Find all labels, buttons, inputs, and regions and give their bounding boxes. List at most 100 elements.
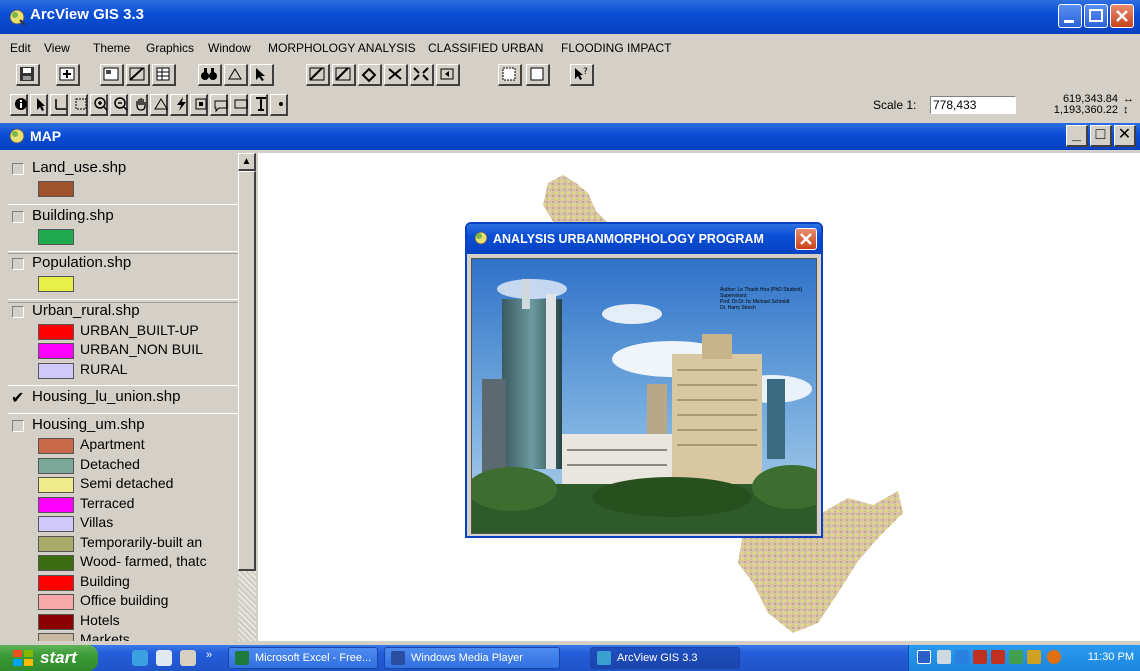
- area-select-tool[interactable]: [70, 94, 88, 116]
- network-tray-icon[interactable]: [937, 650, 951, 664]
- query-builder-button[interactable]: [250, 64, 274, 86]
- label-tool[interactable]: [190, 94, 208, 116]
- maximize-button[interactable]: [1084, 4, 1108, 28]
- scroll-thumb[interactable]: [238, 171, 256, 571]
- map-window-title-bar[interactable]: MAP _ □ ✕: [0, 123, 1140, 150]
- dialog-close-button[interactable]: [795, 228, 817, 250]
- legend-separator: [8, 251, 238, 252]
- theme-properties-button[interactable]: [100, 64, 124, 86]
- zoom-previous-button[interactable]: [436, 64, 460, 86]
- zoom-selected-button[interactable]: [358, 64, 382, 86]
- legend-swatch: [38, 594, 74, 610]
- toc-scrollbar[interactable]: ▲: [238, 153, 256, 641]
- binoculars-icon: [201, 68, 217, 80]
- legend-layer[interactable]: Housing_um.shp Apartment Detached Semi deta…: [8, 416, 238, 641]
- layer-name: Housing_um.shp: [32, 416, 145, 433]
- legend-layer[interactable]: Population.shp: [8, 253, 238, 303]
- back-arrow-tray-icon[interactable]: [955, 650, 969, 664]
- pan-tool[interactable]: [130, 94, 148, 116]
- area-label-icon: [234, 99, 248, 109]
- zoom-out-tool[interactable]: [110, 94, 128, 116]
- app-tray-icon-2[interactable]: [991, 650, 1005, 664]
- layer-visibility-checkbox[interactable]: [12, 163, 24, 175]
- taskbar: start » Microsoft Excel - Free... Windows…: [0, 645, 1140, 671]
- dialog-title-bar[interactable]: ANALYSIS URBANMORPHOLOGY PROGRAM: [467, 224, 821, 254]
- layer-checkmark-icon[interactable]: ✔: [11, 388, 24, 408]
- menu-graphics[interactable]: Graphics: [146, 41, 194, 55]
- start-button[interactable]: start: [0, 645, 98, 671]
- edit-legend-button[interactable]: [126, 64, 150, 86]
- menu-flooding-impact[interactable]: FLOODING IMPACT: [561, 41, 671, 55]
- legend-layer[interactable]: ✔ Housing_lu_union.shp: [8, 388, 238, 416]
- menu-classified-urban[interactable]: CLASSIFIED URBAN: [428, 41, 543, 55]
- map-minimize-button[interactable]: _: [1066, 125, 1088, 147]
- app-title-bar[interactable]: ArcView GIS 3.3: [0, 0, 1140, 34]
- arcview-globe-icon: [9, 9, 26, 26]
- security-tray-icon[interactable]: [1027, 650, 1041, 664]
- legend-layer[interactable]: Land_use.shp: [8, 159, 238, 207]
- dialog-title: ANALYSIS URBANMORPHOLOGY PROGRAM: [493, 232, 764, 246]
- update-tray-icon[interactable]: [1047, 650, 1061, 664]
- zoom-in-button[interactable]: [384, 64, 408, 86]
- minimize-button[interactable]: [1058, 4, 1082, 28]
- city-skyline-photo: Author: Le Thanh Hoa (PhD Student) Super…: [471, 258, 817, 534]
- vertical-arrow-icon: ↕: [1123, 104, 1129, 116]
- help-tray-icon[interactable]: [917, 650, 931, 664]
- identify-tool[interactable]: [10, 94, 28, 116]
- layer-visibility-checkbox[interactable]: [12, 210, 24, 223]
- taskbar-button[interactable]: ArcView GIS 3.3: [590, 647, 740, 669]
- layer-visibility-checkbox[interactable]: [12, 258, 24, 270]
- program-dialog: ANALYSIS URBANMORPHOLOGY PROGRAM Author:…: [465, 222, 823, 538]
- menu-window[interactable]: Window: [208, 41, 251, 55]
- draw-point-tool[interactable]: [270, 94, 288, 116]
- legend-symbol-label: Detached: [80, 455, 140, 472]
- scale-input[interactable]: 778,433: [930, 96, 1016, 114]
- open-table-button[interactable]: [152, 64, 176, 86]
- browser-icon[interactable]: [156, 650, 172, 666]
- legend-layer[interactable]: Urban_rural.shp URBAN_BUILT-UP URBAN_NON B…: [8, 302, 238, 389]
- zoom-themes-button[interactable]: [332, 64, 356, 86]
- menu-view[interactable]: View: [44, 41, 70, 55]
- menu-theme[interactable]: Theme: [93, 41, 130, 55]
- map-close-button[interactable]: ✕: [1114, 125, 1136, 147]
- scroll-up-button[interactable]: ▲: [238, 153, 256, 171]
- area-label-tool[interactable]: [230, 94, 248, 116]
- layer-visibility-checkbox[interactable]: [12, 305, 24, 318]
- taskbar-button[interactable]: Microsoft Excel - Free...: [228, 647, 378, 669]
- clear-selection-button[interactable]: [526, 64, 550, 86]
- legend-symbol-label: Building: [80, 572, 130, 589]
- coordinate-arrows: ↔ ↕: [1123, 94, 1134, 116]
- legend-separator: [8, 413, 238, 414]
- quick-launch-chevron-icon[interactable]: »: [206, 649, 212, 661]
- zoom-extent-button[interactable]: [306, 64, 330, 86]
- taskbar-button[interactable]: Windows Media Player: [384, 647, 560, 669]
- locate-address-button[interactable]: [224, 64, 248, 86]
- zoom-out-button[interactable]: [410, 64, 434, 86]
- pointer-tool[interactable]: [30, 94, 48, 116]
- dialog-globe-icon: [474, 231, 488, 245]
- legend-layer[interactable]: Building.shp: [8, 207, 238, 255]
- zoom-in-tool[interactable]: [90, 94, 108, 116]
- find-button[interactable]: [198, 64, 222, 86]
- legend-separator: [8, 385, 238, 386]
- map-restore-button[interactable]: □: [1090, 125, 1112, 147]
- close-button[interactable]: [1110, 4, 1134, 28]
- save-button[interactable]: [16, 64, 40, 86]
- measure-tool[interactable]: [150, 94, 168, 116]
- help-button[interactable]: ?: [570, 64, 594, 86]
- legend-swatch: [38, 457, 74, 474]
- select-features-button[interactable]: [498, 64, 522, 86]
- network-icon[interactable]: [180, 650, 196, 666]
- connection-tray-icon[interactable]: [1009, 650, 1023, 664]
- text-tool[interactable]: [250, 94, 268, 116]
- add-theme-button[interactable]: [56, 64, 80, 86]
- menu-edit[interactable]: Edit: [10, 41, 31, 55]
- internet-explorer-icon[interactable]: [132, 650, 148, 666]
- app-tray-icon[interactable]: [973, 650, 987, 664]
- vertex-edit-tool[interactable]: [50, 94, 68, 116]
- menu-morphology-analysis[interactable]: MORPHOLOGY ANALYSIS: [268, 41, 416, 55]
- text-label-tool[interactable]: [210, 94, 228, 116]
- zoom-themes-icon: [335, 67, 351, 81]
- layer-visibility-checkbox[interactable]: [12, 420, 24, 432]
- hotlink-tool[interactable]: [170, 94, 188, 116]
